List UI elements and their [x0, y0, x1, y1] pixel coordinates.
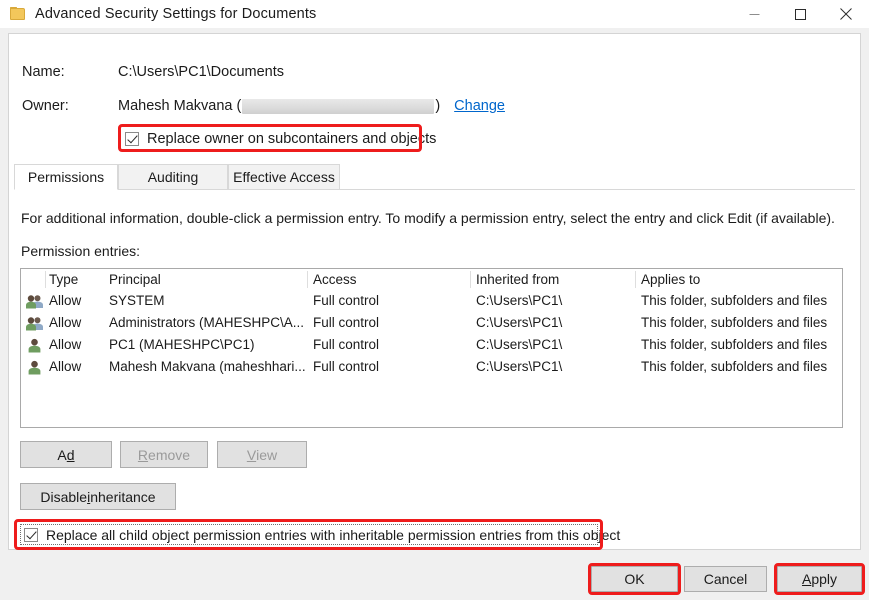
- cell-inherited-from: C:\Users\PC1\: [476, 293, 562, 308]
- owner-redacted-block: [242, 99, 434, 114]
- apply-label-post: pply: [811, 571, 837, 587]
- checkbox-indicator[interactable]: [24, 528, 38, 542]
- cell-principal: SYSTEM: [109, 293, 165, 308]
- group-icon: [26, 294, 43, 309]
- cell-principal: Administrators (MAHESHPC\A...: [109, 315, 304, 330]
- cell-principal: PC1 (MAHESHPC\PC1): [109, 337, 255, 352]
- column-header-type[interactable]: Type: [49, 272, 78, 287]
- replace-child-permissions-checkbox[interactable]: Replace all child object permission entr…: [20, 524, 598, 545]
- disable-inheritance-label-post: nheritance: [90, 489, 155, 505]
- cell-inherited-from: C:\Users\PC1\: [476, 337, 562, 352]
- replace-child-permissions-label: Replace all child object permission entr…: [46, 527, 620, 543]
- remove-button[interactable]: Remove: [120, 441, 208, 468]
- cell-applies-to: This folder, subfolders and files: [641, 359, 827, 374]
- title-bar: Advanced Security Settings for Documents: [0, 0, 869, 28]
- view-label-accel: V: [247, 447, 256, 463]
- cell-access: Full control: [313, 315, 379, 330]
- table-row[interactable]: Allow SYSTEM Full control C:\Users\PC1\ …: [21, 291, 842, 313]
- remove-label-post: emove: [148, 447, 190, 463]
- add-button[interactable]: Ad: [20, 441, 112, 468]
- cell-access: Full control: [313, 337, 379, 352]
- table-row[interactable]: Allow PC1 (MAHESHPC\PC1) Full control C:…: [21, 335, 842, 357]
- name-value: C:\Users\PC1\Documents: [118, 64, 284, 80]
- add-label-accel: d: [67, 447, 75, 463]
- cell-type: Allow: [49, 315, 81, 330]
- permissions-description: For additional information, double-click…: [21, 210, 835, 226]
- folder-icon: [10, 7, 26, 21]
- column-header-access[interactable]: Access: [313, 272, 357, 287]
- cancel-button[interactable]: Cancel: [684, 566, 767, 592]
- change-owner-link[interactable]: Change: [454, 98, 505, 114]
- tab-auditing[interactable]: Auditing: [118, 164, 228, 190]
- owner-value: Mahesh Makvana ( ) Change: [118, 98, 505, 114]
- close-icon[interactable]: [823, 0, 869, 28]
- add-label-pre: A: [57, 447, 66, 463]
- apply-button[interactable]: Apply: [777, 566, 862, 592]
- window-title: Advanced Security Settings for Documents: [35, 6, 316, 22]
- checkbox-indicator[interactable]: [125, 132, 139, 146]
- group-icon: [26, 316, 43, 331]
- ok-label: OK: [624, 571, 644, 587]
- tab-permissions[interactable]: Permissions: [14, 164, 118, 190]
- minimize-icon[interactable]: [731, 0, 777, 28]
- cell-type: Allow: [49, 337, 81, 352]
- tab-strip: Permissions Auditing Effective Access: [14, 164, 855, 190]
- column-header-applies-to[interactable]: Applies to: [641, 272, 700, 287]
- advanced-security-settings-dialog: Advanced Security Settings for Documents…: [0, 0, 869, 600]
- table-row[interactable]: Allow Mahesh Makvana (maheshhari... Full…: [21, 357, 842, 379]
- cell-applies-to: This folder, subfolders and files: [641, 337, 827, 352]
- table-row[interactable]: Allow Administrators (MAHESHPC\A... Full…: [21, 313, 842, 335]
- cell-inherited-from: C:\Users\PC1\: [476, 315, 562, 330]
- cell-inherited-from: C:\Users\PC1\: [476, 359, 562, 374]
- cell-type: Allow: [49, 359, 81, 374]
- cell-type: Allow: [49, 293, 81, 308]
- ok-button[interactable]: OK: [591, 566, 678, 592]
- owner-label: Owner:: [22, 98, 69, 114]
- user-icon: [26, 338, 43, 353]
- owner-paren-close: ): [435, 98, 440, 114]
- name-label: Name:: [22, 64, 65, 80]
- window-controls: [731, 0, 869, 28]
- view-button[interactable]: View: [217, 441, 307, 468]
- list-header: Type Principal Access Inherited from App…: [21, 269, 842, 291]
- user-icon: [26, 360, 43, 375]
- cell-applies-to: This folder, subfolders and files: [641, 315, 827, 330]
- tab-effective-access[interactable]: Effective Access: [228, 164, 340, 190]
- cell-access: Full control: [313, 359, 379, 374]
- permission-entries-list[interactable]: Type Principal Access Inherited from App…: [20, 268, 843, 428]
- cell-access: Full control: [313, 293, 379, 308]
- column-header-principal[interactable]: Principal: [109, 272, 161, 287]
- replace-owner-checkbox[interactable]: Replace owner on subcontainers and objec…: [125, 131, 436, 147]
- view-label-post: iew: [256, 447, 277, 463]
- apply-label-accel: A: [802, 571, 811, 587]
- cell-principal: Mahesh Makvana (maheshhari...: [109, 359, 306, 374]
- owner-name: Mahesh Makvana (: [118, 98, 241, 114]
- cancel-label: Cancel: [704, 571, 748, 587]
- remove-label-accel: R: [138, 447, 148, 463]
- permission-entries-label: Permission entries:: [21, 243, 140, 259]
- maximize-icon[interactable]: [777, 0, 823, 28]
- column-header-inherited-from[interactable]: Inherited from: [476, 272, 559, 287]
- cell-applies-to: This folder, subfolders and files: [641, 293, 827, 308]
- disable-inheritance-label-pre: Disable: [40, 489, 87, 505]
- disable-inheritance-button[interactable]: Disable inheritance: [20, 483, 176, 510]
- replace-owner-label: Replace owner on subcontainers and objec…: [147, 131, 436, 147]
